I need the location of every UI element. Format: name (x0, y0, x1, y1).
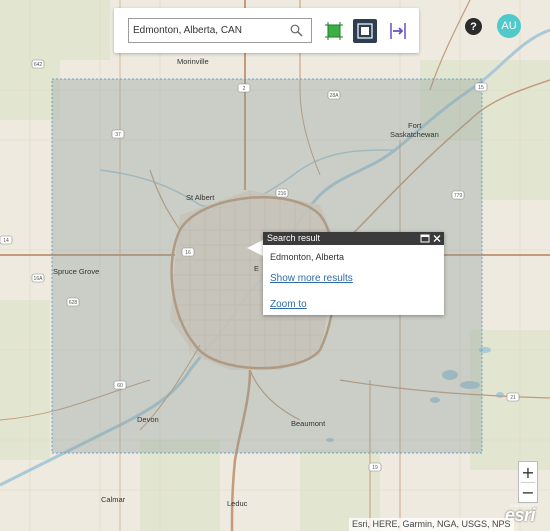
popup-location: Edmonton, Alberta (270, 252, 345, 262)
highway-shield: 16A (31, 273, 45, 283)
highway-shield: 21 (506, 392, 520, 402)
highway-shield-label: 2 (243, 86, 246, 92)
maximize-icon[interactable] (420, 233, 430, 244)
popup-title: Search result (267, 233, 321, 243)
highway-shield: 60 (113, 380, 127, 390)
highway-shield: 19 (368, 462, 382, 472)
highway-shield-label: 779 (454, 193, 463, 199)
search-icon (290, 24, 303, 37)
extent-frame-icon (357, 23, 373, 39)
search-input[interactable] (129, 19, 283, 42)
highway-shield-label: 28A (330, 93, 340, 99)
popup-header: Search result (263, 232, 444, 245)
highway-shield-label: 15 (478, 85, 484, 91)
zoom-to-link[interactable]: Zoom to (270, 299, 307, 310)
help-icon: ? (470, 20, 477, 33)
highway-shield: 2 (237, 83, 251, 93)
label-devon: Devon (137, 415, 159, 424)
highway-shield-label: 19 (372, 465, 378, 471)
select-area-button[interactable] (322, 19, 346, 43)
highway-shield: 14 (0, 235, 13, 245)
green-square-select-icon (325, 22, 343, 40)
label-spruce-grove: Spruce Grove (53, 267, 99, 276)
label-fort-saskatchewan-2: Saskatchewan (390, 130, 439, 139)
highway-shield-label: 642 (34, 62, 43, 68)
highway-shield-label: 628 (69, 300, 78, 306)
close-icon[interactable] (432, 233, 442, 244)
highway-shield-label: 37 (115, 132, 121, 138)
highway-shield: 37 (111, 129, 125, 139)
transfer-button[interactable] (386, 19, 410, 43)
highway-shield: 642 (31, 59, 45, 69)
label-calmar: Calmar (101, 495, 126, 504)
user-initials: AU (501, 20, 517, 32)
zoom-control: + − (518, 461, 538, 503)
search-toolbar (114, 8, 419, 53)
highway-shield-label: 16A (34, 276, 44, 282)
highway-shield: 15 (474, 82, 488, 92)
help-button[interactable]: ? (465, 18, 482, 35)
search-button[interactable] (282, 18, 312, 43)
extent-button[interactable] (353, 19, 377, 43)
highway-shield: 779 (451, 190, 465, 200)
highway-shield-label: 14 (3, 238, 9, 244)
user-avatar[interactable]: AU (497, 14, 521, 38)
map-attribution: Esri, HERE, Garmin, NGA, USGS, NPS (349, 518, 514, 531)
highway-shield-label: 16 (185, 250, 191, 256)
highway-shield: 628 (66, 297, 80, 307)
label-st-albert: St Albert (186, 193, 215, 202)
label-edmonton: E (254, 264, 259, 273)
highway-shield: 16 (181, 247, 195, 257)
popup-pointer (247, 240, 263, 256)
highway-shield-label: 21 (510, 395, 516, 401)
label-morinville: Morinville (177, 57, 209, 66)
zoom-out-button[interactable]: − (519, 482, 537, 502)
highway-shield-label: 60 (117, 383, 123, 389)
search-result-popup: Search result Edmonton, Alberta Show mor… (263, 232, 444, 315)
highway-shield-label: 216 (278, 191, 287, 197)
show-more-results-link[interactable]: Show more results (270, 273, 353, 284)
zoom-in-button[interactable]: + (519, 462, 537, 482)
label-beaumont: Beaumont (291, 419, 326, 428)
highway-shield: 216 (275, 188, 289, 198)
highway-shield: 28A (327, 90, 341, 100)
arrow-transfer-icon (390, 23, 406, 39)
label-fort-saskatchewan: Fort (408, 121, 422, 130)
label-leduc: Leduc (227, 499, 248, 508)
